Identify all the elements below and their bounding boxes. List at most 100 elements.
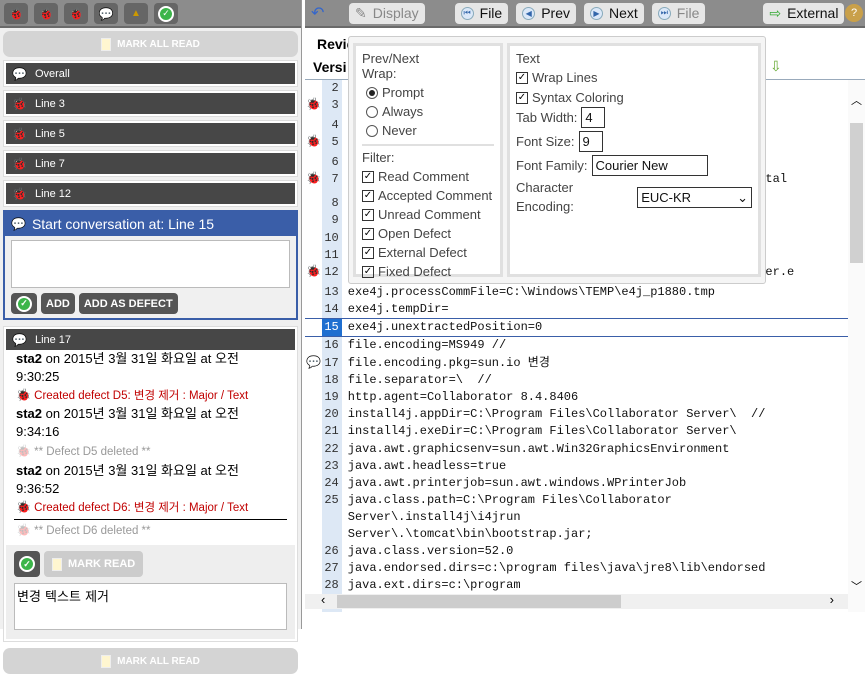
line-text: file.encoding=MS949 // bbox=[347, 338, 507, 353]
bug-icon: 🐞 bbox=[12, 96, 27, 111]
accept-button[interactable]: ✓ bbox=[14, 551, 40, 577]
display-button[interactable]: ✎ Display bbox=[349, 2, 425, 24]
line-text: java.awt.printerjob=sun.awt.windows.WPri… bbox=[347, 475, 687, 490]
add-button[interactable]: ADD bbox=[41, 293, 75, 314]
font-family-input[interactable]: Courier New bbox=[591, 155, 708, 176]
line-number: 21 bbox=[324, 424, 339, 439]
code-line[interactable]: 19 http.agent=Collaborator 8.4.8406 bbox=[305, 389, 848, 406]
mark-all-read-button[interactable]: MARK ALL READ bbox=[3, 31, 298, 57]
line-number: 29 bbox=[322, 611, 342, 612]
first-file-button[interactable]: ⏮ File bbox=[454, 2, 509, 24]
code-line[interactable]: 15 exe4j.unextractedPosition=0 bbox=[305, 318, 848, 338]
left-toolbar: 🐞 🐞 🐞 💬 ▲ ✓ bbox=[0, 0, 301, 28]
display-icon: ✎ bbox=[355, 4, 367, 21]
conversation-item[interactable]: 🐞 Line 12 bbox=[3, 180, 298, 207]
line-number: 13 bbox=[324, 285, 339, 299]
filter-checkbox[interactable]: ✓ External Defect bbox=[362, 243, 494, 262]
line-number: 4 bbox=[331, 118, 339, 132]
comment-icon[interactable]: 💬 bbox=[305, 355, 322, 372]
accept-button[interactable]: ✓ bbox=[11, 293, 37, 314]
back-icon[interactable]: ↶ bbox=[311, 3, 341, 23]
comments-icon[interactable]: 💬 bbox=[94, 3, 118, 24]
wrap-radio-always[interactable]: Always bbox=[362, 102, 494, 121]
line-text: java.endorsed.dirs=c:\program files\java… bbox=[347, 561, 766, 576]
code-line[interactable]: 25 java.class.path=C:\Program Files\Colla… bbox=[305, 492, 848, 543]
mark-read-button[interactable]: MARK READ bbox=[44, 551, 144, 577]
code-line[interactable]: 22 java.awt.graphicsenv=sun.awt.Win32Grap… bbox=[305, 441, 848, 458]
new-comment-input[interactable] bbox=[11, 240, 290, 288]
created-defect-entry: 🐞 Created defect D6: 변경 제거 : Major / Tex… bbox=[16, 500, 249, 514]
conversation-item[interactable]: 🐞 Line 5 bbox=[3, 120, 298, 147]
wrap-lines-checkbox[interactable]: ✓ Wrap Lines bbox=[516, 68, 752, 87]
font-size-input[interactable]: 9 bbox=[578, 131, 603, 152]
code-line[interactable]: 24 java.awt.printerjob=sun.awt.windows.WP… bbox=[305, 475, 848, 492]
line-number: 20 bbox=[324, 407, 339, 422]
code-line[interactable]: 13 exe4j.processCommFile=C:\Windows\TEMP\… bbox=[305, 284, 848, 301]
encoding-select[interactable]: EUC-KR ⌄ bbox=[637, 186, 752, 208]
line-text: install4j.exeDir=C:\Program Files\Collab… bbox=[347, 424, 737, 439]
warning-icon[interactable]: ▲ bbox=[124, 3, 148, 24]
comment-icon: 💬 bbox=[12, 66, 27, 81]
bug-icon[interactable]: 🐞 bbox=[305, 171, 322, 195]
conversation-item[interactable]: 🐞 Line 7 bbox=[3, 150, 298, 177]
next-icon: ▶ bbox=[590, 6, 603, 20]
bug-forward-icon[interactable]: 🐞 bbox=[64, 3, 88, 24]
add-as-defect-button[interactable]: ADD AS DEFECT bbox=[78, 293, 178, 314]
download-icon[interactable]: ⇩ bbox=[770, 58, 782, 75]
mark-all-read-button-bottom[interactable]: MARK ALL READ bbox=[3, 648, 298, 674]
filter-checkbox[interactable]: ✓ Unread Comment bbox=[362, 205, 494, 224]
code-line[interactable]: 💬 17 file.encoding.pkg=sun.io 변경 bbox=[305, 355, 848, 372]
filter-checkbox[interactable]: ✓ Read Comment bbox=[362, 167, 494, 186]
bug-icon: 🐞 bbox=[12, 156, 27, 171]
code-line[interactable]: 18 file.separator=\ // bbox=[305, 372, 848, 389]
bug-icon: 🐞 bbox=[12, 186, 27, 201]
line-number: 22 bbox=[324, 441, 339, 456]
reply-input[interactable]: 변경 텍스트 제거 bbox=[14, 583, 287, 630]
bug-icon[interactable]: 🐞 bbox=[305, 134, 322, 154]
code-line[interactable]: 27 java.endorsed.dirs=c:\program files\ja… bbox=[305, 560, 848, 577]
line-text: java.awt.headless=true bbox=[347, 458, 507, 473]
code-line[interactable]: 26 java.class.version=52.0 bbox=[305, 543, 848, 560]
help-icon[interactable]: ? bbox=[845, 4, 863, 22]
syntax-coloring-checkbox[interactable]: ✓ Syntax Coloring bbox=[516, 88, 752, 107]
horizontal-scrollbar[interactable]: ‹ › bbox=[305, 592, 848, 609]
conversation-line-17: 💬 Line 17 sta2 on 2015년 3월 31일 화요일 at 오전 … bbox=[3, 326, 298, 642]
filter-checkbox[interactable]: ✓ Open Defect bbox=[362, 224, 494, 243]
prev-icon: ◀ bbox=[522, 6, 536, 20]
wrap-radio-prompt[interactable]: Prompt bbox=[362, 83, 494, 102]
line-text: java.home=c:\program files\java\jre8 bbox=[342, 611, 848, 612]
next-button[interactable]: ▶ Next bbox=[584, 2, 644, 24]
bug-check-icon[interactable]: 🐞 bbox=[34, 3, 58, 24]
code-line[interactable]: 16 file.encoding=MS949 // bbox=[305, 337, 848, 354]
line-number: 19 bbox=[324, 389, 339, 404]
line-number: 11 bbox=[324, 248, 339, 262]
bug-icon[interactable]: 🐞 bbox=[305, 97, 322, 117]
prev-button[interactable]: ◀ Prev bbox=[516, 2, 576, 24]
check-icon[interactable]: ✓ bbox=[154, 3, 178, 24]
deleted-defect-entry: 🐞 ** Defect D5 deleted ** bbox=[16, 444, 151, 458]
line-text: file.encoding.pkg=sun.io 변경 bbox=[347, 355, 550, 370]
document-icon bbox=[101, 654, 112, 668]
external-button[interactable]: ⇨ External bbox=[763, 2, 845, 24]
filter-checkbox[interactable]: ✓ Fixed Defect bbox=[362, 262, 494, 281]
skip-forward-icon: ⏭ bbox=[657, 6, 671, 20]
bug-icon[interactable]: 🐞 bbox=[4, 3, 28, 24]
filter-checkbox[interactable]: ✓ Accepted Comment bbox=[362, 186, 494, 205]
line-number: 7 bbox=[331, 172, 339, 186]
comment-icon: 💬 bbox=[12, 332, 27, 347]
document-icon bbox=[52, 557, 62, 571]
start-conversation: 💬 Start conversation at: Line 15 ✓ ADD AD… bbox=[3, 210, 298, 320]
conversation-item[interactable]: 💬 Overall bbox=[3, 60, 298, 87]
code-line[interactable]: 21 install4j.exeDir=C:\Program Files\Coll… bbox=[305, 423, 848, 440]
bug-icon: 🐞 bbox=[16, 388, 31, 402]
code-line[interactable]: 23 java.awt.headless=true bbox=[305, 458, 848, 475]
bug-icon[interactable]: 🐞 bbox=[305, 264, 322, 284]
tab-width-input[interactable]: 4 bbox=[581, 107, 606, 128]
wrap-radio-never[interactable]: Never bbox=[362, 121, 494, 140]
last-file-button[interactable]: ⏭ File bbox=[651, 2, 706, 24]
vertical-scrollbar[interactable]: ︿ ﹀ bbox=[848, 80, 865, 612]
code-line[interactable]: 20 install4j.appDir=C:\Program Files\Coll… bbox=[305, 406, 848, 423]
conversation-item[interactable]: 🐞 Line 3 bbox=[3, 90, 298, 117]
code-line[interactable]: 29java.home=c:\program files\java\jre8 bbox=[305, 611, 848, 612]
code-line[interactable]: 14 exe4j.tempDir= bbox=[305, 301, 848, 318]
